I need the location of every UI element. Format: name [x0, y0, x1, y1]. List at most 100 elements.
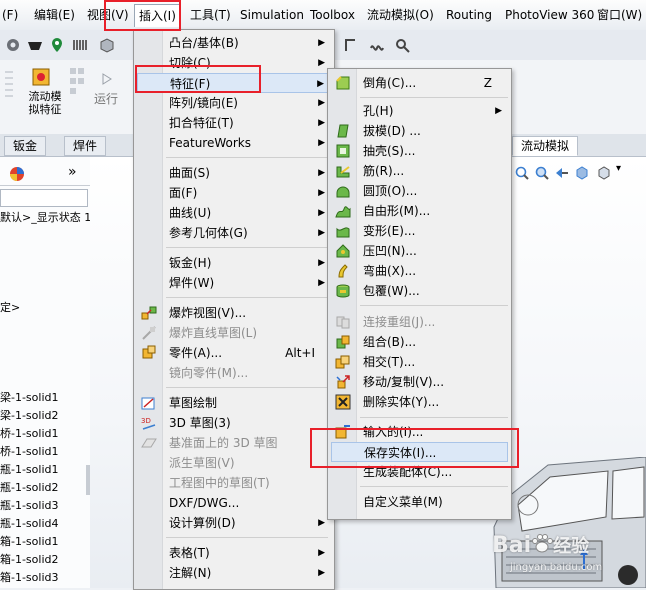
menu-item-exploded-view[interactable]: 爆炸视图(V)...	[137, 303, 331, 323]
flow-feature-button[interactable]: 流动模 拟特征	[22, 90, 68, 116]
menu-item-fastening-features[interactable]: 扣合特征(T) ▶	[137, 113, 331, 133]
bowl-icon[interactable]	[26, 36, 44, 54]
curve-icon[interactable]	[343, 36, 361, 54]
menu-item-create-assembly[interactable]: 生成装配体(C)...	[331, 462, 508, 482]
menu-item-wrap[interactable]: 包覆(W)...	[331, 281, 508, 301]
wrap-icon	[336, 284, 350, 298]
submenu-arrow-icon: ▶	[318, 38, 325, 48]
menu-item-freeform[interactable]: 自由形(M)...	[331, 201, 508, 221]
rib-icon	[336, 166, 350, 178]
section-view-icon[interactable]	[574, 165, 590, 181]
menu-item-curve[interactable]: 曲线(U) ▶	[137, 203, 331, 223]
menu-separator	[360, 97, 508, 98]
menu-item-annotations[interactable]: 注解(N) ▶	[137, 563, 331, 583]
menu-item-delete-body[interactable]: 删除实体(Y)...	[331, 392, 508, 412]
flow-feature-icon[interactable]	[30, 66, 52, 88]
submenu-arrow-icon: ▶	[318, 118, 325, 128]
menu-item-part[interactable]: 零件(A)... Alt+I	[137, 343, 331, 363]
tab-flow-simulation[interactable]: 流动模拟	[512, 136, 579, 156]
menu-item-reference-geometry[interactable]: 参考几何体(G) ▶	[137, 223, 331, 243]
menu-item-boss-base[interactable]: 凸台/基体(B) ▶	[137, 33, 331, 53]
menu-item-flex[interactable]: 弯曲(X)...	[331, 261, 508, 281]
menu-item-pattern-mirror[interactable]: 阵列/镜向(E) ▶	[137, 93, 331, 113]
zoom-fit-icon[interactable]	[514, 165, 530, 181]
menu-item-move-copy[interactable]: 移动/复制(V)...	[331, 372, 508, 392]
tree-row[interactable]: 梁-1-solid1	[0, 389, 59, 407]
menu-item-dome[interactable]: 圆顶(O)...	[331, 181, 508, 201]
menu-item-chamfer[interactable]: 倒角(C)... Z	[331, 73, 508, 93]
tree-row[interactable]: 瓶-1-solid2	[0, 479, 59, 497]
settings-icon[interactable]	[4, 36, 22, 54]
menu-window[interactable]: 窗口(W)	[597, 7, 642, 23]
view-orientation-icon[interactable]	[596, 165, 612, 181]
location-pin-icon[interactable]	[48, 36, 66, 54]
tree-row[interactable]: 瓶-1-solid3	[0, 497, 59, 515]
expand-chevron-icon[interactable]: »	[68, 164, 77, 180]
menu-item-featureworks[interactable]: FeatureWorks ▶	[137, 133, 331, 153]
menu-item-draft[interactable]: 拔模(D) ...	[331, 121, 508, 141]
tab-weldments[interactable]: 焊件	[64, 136, 107, 156]
spring-icon[interactable]	[369, 36, 387, 54]
menu-photoview[interactable]: PhotoView 360	[505, 7, 594, 23]
tree-row[interactable]: 定>	[0, 299, 20, 317]
menu-item-weldments[interactable]: 焊件(W) ▶	[137, 273, 331, 293]
deform-icon	[336, 227, 350, 238]
menu-file[interactable]: (F)	[2, 7, 18, 23]
delete-body-icon	[335, 394, 351, 410]
menu-separator	[166, 247, 328, 248]
menu-item-imported[interactable]: 输入的(I)...	[331, 422, 508, 442]
tree-row-display-state[interactable]: 默认>_显示状态 1	[0, 209, 91, 227]
tree-row[interactable]: 箱-1-solid1	[0, 533, 59, 551]
menu-tools[interactable]: 工具(T)	[190, 7, 231, 23]
menu-item-rib[interactable]: 筋(R)...	[331, 161, 508, 181]
tree-row[interactable]: 桥-1-solid1	[0, 425, 59, 443]
menu-item-shell[interactable]: 抽壳(S)...	[331, 141, 508, 161]
menu-item-intersect[interactable]: 相交(T)...	[331, 352, 508, 372]
menu-item-features[interactable]: 特征(F) ▶	[137, 73, 331, 93]
menu-item-save-bodies[interactable]: 保存实体(I)...	[331, 442, 508, 462]
dropdown-arrow-icon[interactable]: ▾	[616, 163, 621, 174]
submenu-arrow-icon: ▶	[318, 568, 325, 578]
menu-item-sheet-metal[interactable]: 钣金(H) ▶	[137, 253, 331, 273]
wrench-icon[interactable]	[394, 36, 412, 54]
menu-flow-simulation[interactable]: 流动模拟(O)	[367, 7, 434, 23]
menu-item-surface[interactable]: 曲面(S) ▶	[137, 163, 331, 183]
menu-routing[interactable]: Routing	[446, 7, 492, 23]
appearance-icon[interactable]	[8, 165, 26, 183]
menu-simulation[interactable]: Simulation	[240, 7, 304, 23]
menu-item-tables[interactable]: 表格(T) ▶	[137, 543, 331, 563]
hatch-icon[interactable]	[72, 36, 90, 54]
menu-item-dxf-dwg[interactable]: DXF/DWG...	[137, 493, 331, 513]
filter-input[interactable]	[0, 189, 88, 207]
previous-view-icon[interactable]	[554, 165, 570, 181]
cube-icon[interactable]	[98, 36, 116, 54]
menu-item-design-study[interactable]: 设计算例(D) ▶	[137, 513, 331, 533]
tab-sheet-metal[interactable]: 钣金	[4, 136, 47, 156]
menu-item-sketch[interactable]: 草图绘制	[137, 393, 331, 413]
menu-item-cut[interactable]: 切除(C) ▶	[137, 53, 331, 73]
menu-item-combine[interactable]: 组合(B)...	[331, 332, 508, 352]
zoom-area-icon[interactable]	[534, 165, 550, 181]
menu-item-customize-menu[interactable]: 自定义菜单(M)	[331, 492, 508, 512]
menu-item-indent[interactable]: 压凹(N)...	[331, 241, 508, 261]
menu-toolbox[interactable]: Toolbox	[310, 7, 355, 23]
menu-item-deform[interactable]: 变形(E)...	[331, 221, 508, 241]
menu-edit[interactable]: 编辑(E)	[34, 7, 75, 23]
menu-insert[interactable]: 插入(I)	[134, 4, 181, 27]
3d-sketch-icon: 3D	[141, 417, 156, 430]
tree-row[interactable]: 箱-1-solid3	[0, 569, 59, 587]
tree-row[interactable]: 瓶-1-solid1	[0, 461, 59, 479]
menu-item-3d-sketch[interactable]: 3D 3D 草图(3)	[137, 413, 331, 433]
submenu-arrow-icon: ▶	[318, 188, 325, 198]
tree-row[interactable]: 箱-1-solid2	[0, 551, 59, 569]
heads-up-toolbar: ▾	[510, 163, 646, 183]
tree-row[interactable]: 桥-1-solid1	[0, 443, 59, 461]
menu-item-hole[interactable]: 孔(H) ▶	[331, 101, 508, 121]
menu-view[interactable]: 视图(V)	[87, 7, 129, 23]
panel-tabs: »	[0, 163, 90, 186]
tree-row[interactable]: 梁-1-solid2	[0, 407, 59, 425]
run-button[interactable]: 运行	[94, 90, 118, 107]
tree-row[interactable]: 瓶-1-solid4	[0, 515, 59, 533]
run-icon[interactable]	[100, 72, 114, 86]
menu-item-face[interactable]: 面(F) ▶	[137, 183, 331, 203]
